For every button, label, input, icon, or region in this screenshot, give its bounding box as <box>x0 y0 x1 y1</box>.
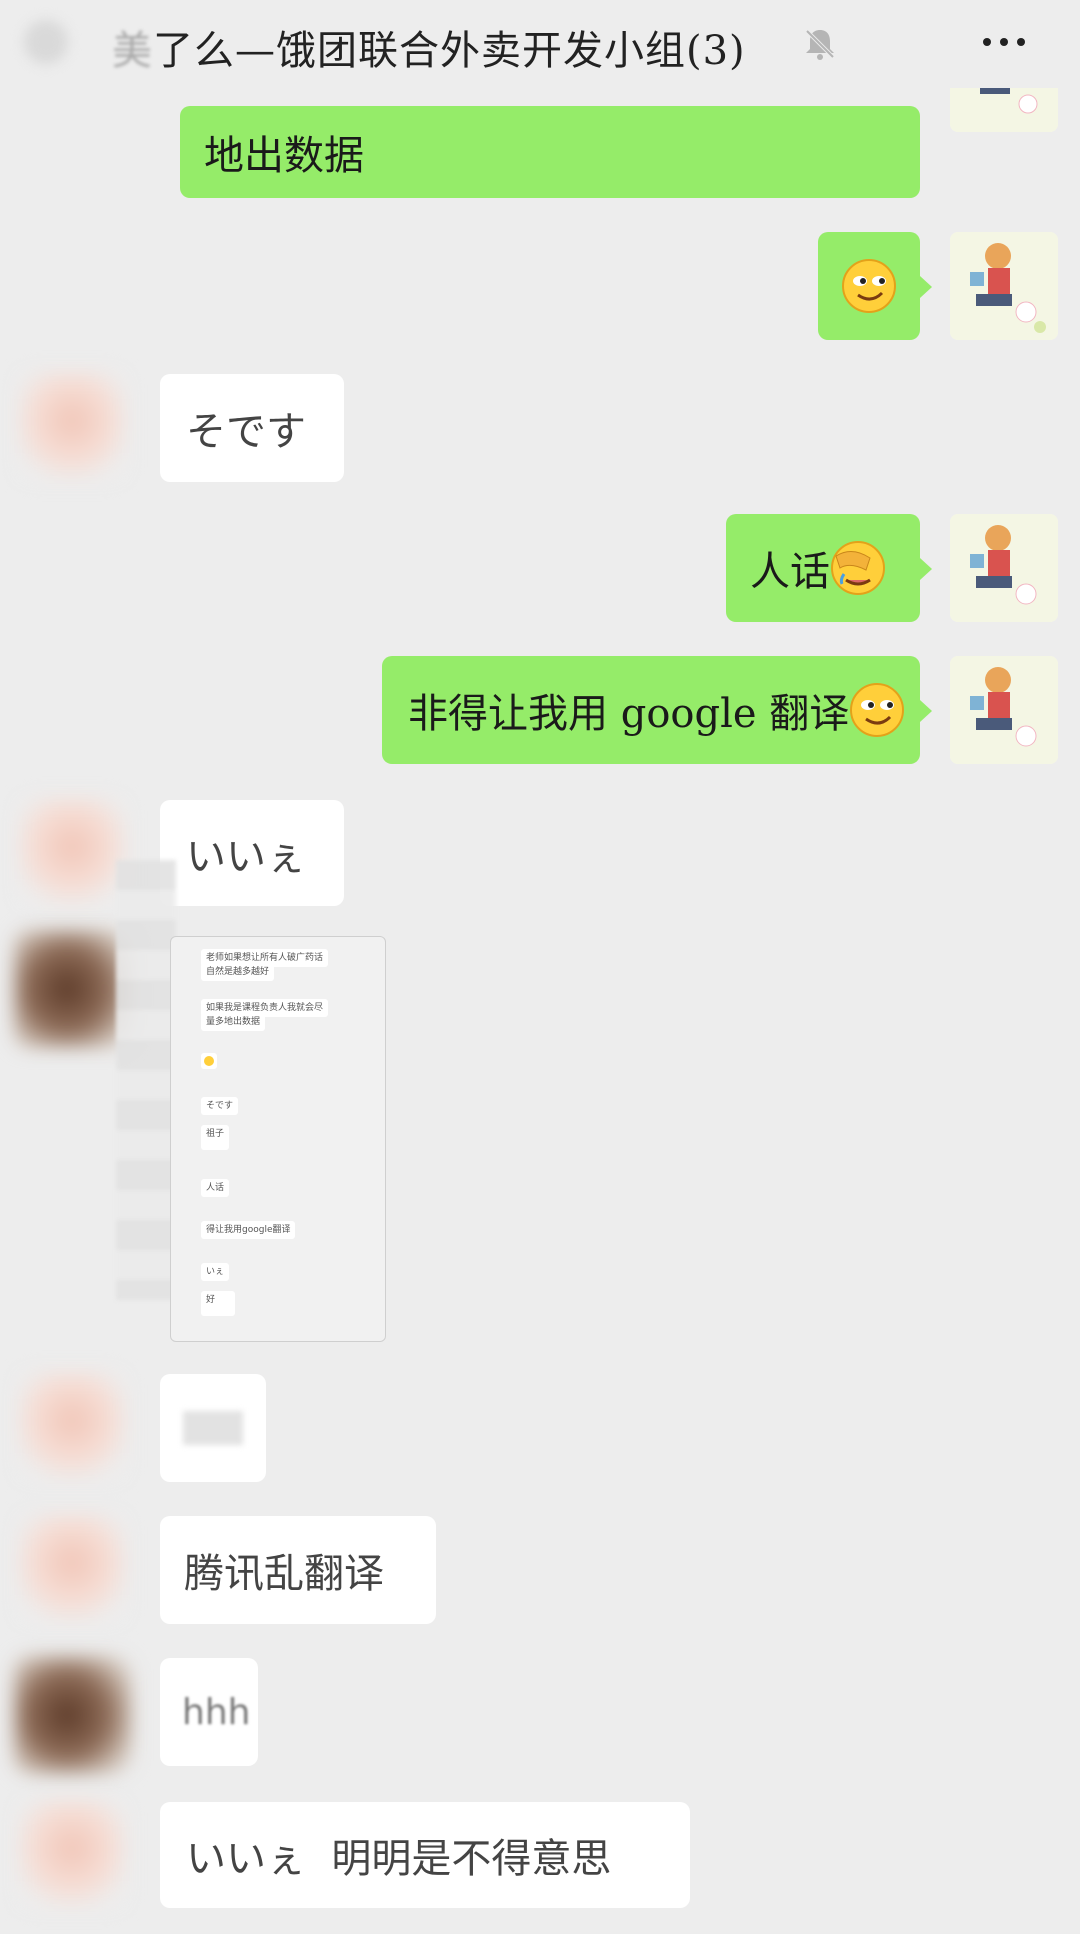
avatar-other[interactable] <box>18 372 126 480</box>
avatar-illustration <box>950 656 1058 764</box>
avatar-self[interactable] <box>950 514 1058 622</box>
avatar-illustration <box>950 232 1058 340</box>
mini-emoji <box>201 1053 217 1069</box>
message-bubble-other[interactable] <box>160 1374 266 1482</box>
message-bubble-self[interactable]: 非得让我用 google 翻译 <box>382 656 932 764</box>
message-bubble-other[interactable]: hhh <box>160 1658 258 1766</box>
smirk-emoji-icon <box>850 683 905 737</box>
bell-mute-icon <box>805 29 835 60</box>
smirk-emoji-icon <box>842 259 896 313</box>
chat-title: 美了么—饿团联合外卖开发小组(3) <box>112 28 746 74</box>
avatar-other[interactable] <box>18 1372 126 1480</box>
avatar-other[interactable] <box>18 1800 126 1908</box>
avatar-other[interactable] <box>18 1514 126 1622</box>
blurred-content <box>183 1411 243 1445</box>
message-bubble-other[interactable]: 腾讯乱翻译 <box>160 1516 436 1624</box>
message-bubble-self[interactable] <box>818 232 932 340</box>
smirk-emoji-icon <box>204 1056 214 1066</box>
back-button[interactable] <box>24 20 68 64</box>
avatar-self[interactable] <box>950 656 1058 764</box>
message-bubble-self[interactable]: 人话 <box>726 514 932 622</box>
message-bubble-self[interactable]: 地出数据 <box>180 106 920 198</box>
more-button[interactable] <box>972 20 1036 64</box>
message-bubble-other[interactable]: いいぇ <box>160 800 344 906</box>
message-bubble-other[interactable]: そです <box>160 374 344 482</box>
avatar-other[interactable] <box>18 798 126 906</box>
screenshot-image[interactable]: 老师如果想让所有人破广药话 自然是越多越好 如果我是课程负责人我就会尽 量多地出… <box>170 936 386 1342</box>
blurred-overlay <box>116 860 176 1300</box>
chat-header: 美了么—饿团联合外卖开发小组(3) <box>0 0 1080 88</box>
avatar-illustration <box>950 514 1058 622</box>
avatar-other[interactable] <box>14 1656 132 1774</box>
message-bubble-other[interactable]: いいぇ 明明是不得意思 <box>160 1802 690 1908</box>
facepalm-emoji-icon <box>831 541 885 595</box>
avatar-self[interactable] <box>950 232 1058 340</box>
avatar-other[interactable] <box>14 930 132 1048</box>
